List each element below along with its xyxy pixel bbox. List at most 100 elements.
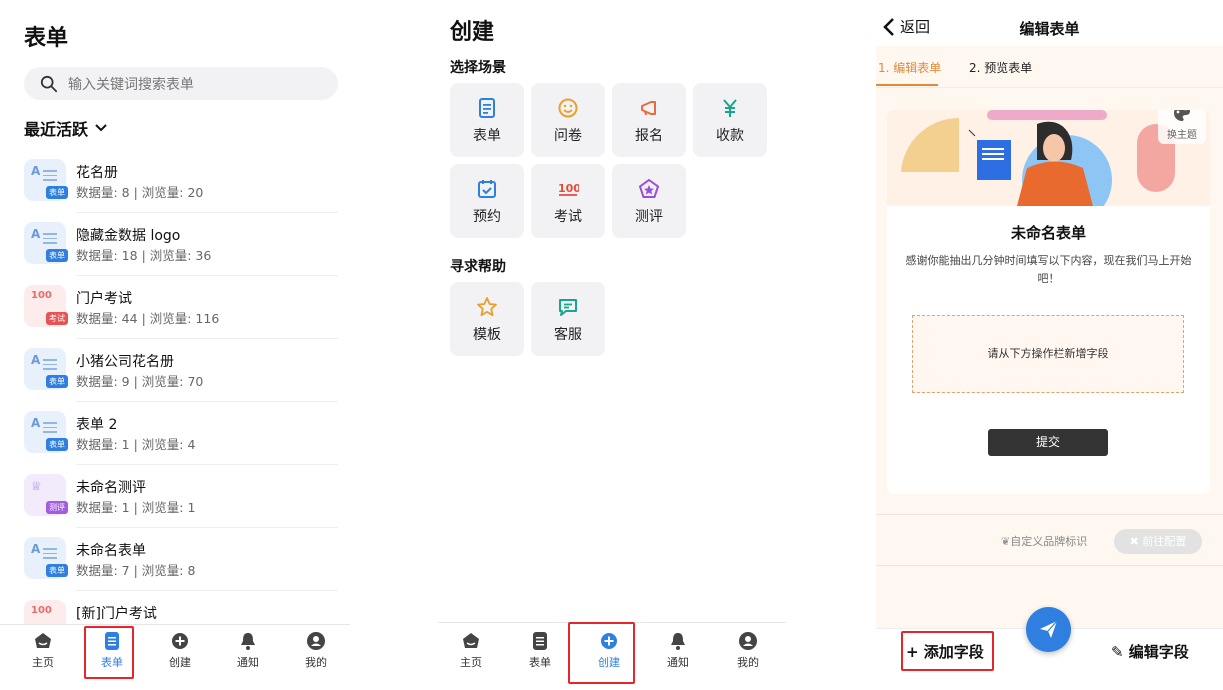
- icon-glyph: ♕: [31, 479, 42, 493]
- scene-card-survey[interactable]: 问卷: [531, 83, 605, 157]
- scene-label: 问卷: [554, 128, 582, 144]
- home-icon: [35, 633, 51, 648]
- scene-card-form[interactable]: 表单: [450, 83, 524, 157]
- scene-label: 表单: [473, 128, 501, 144]
- tab-edit-form[interactable]: 1. 编辑表单: [878, 59, 941, 76]
- icon-glyph: A: [31, 164, 41, 178]
- recent-label: 最近活跃: [24, 120, 89, 139]
- search-icon: [40, 75, 58, 92]
- item-meta: 数据量: 18 | 浏览量: 36: [76, 248, 212, 263]
- tab-label: 主页: [460, 656, 482, 669]
- tab-home[interactable]: 主页: [447, 631, 495, 670]
- brand-row: ❦自定义品牌标识 ✖ 前往配置: [876, 514, 1223, 566]
- tab-notifications[interactable]: 通知: [654, 631, 702, 670]
- icon-glyph: A: [31, 227, 41, 241]
- item-meta: 数据量: 9 | 浏览量: 70: [76, 374, 204, 389]
- tab-label: 表单: [529, 656, 551, 669]
- tab-label: 通知: [237, 656, 259, 669]
- form-type-icon: 100 考试: [24, 285, 68, 327]
- bell-icon: [671, 633, 685, 650]
- scene-card-payment[interactable]: 收款: [693, 83, 767, 157]
- chat-icon: [559, 299, 577, 316]
- megaphone-icon: [641, 101, 656, 116]
- chevron-down-icon: [95, 124, 107, 132]
- icon-glyph: 100: [31, 290, 52, 301]
- item-meta: 数据量: 1 | 浏览量: 1: [76, 500, 196, 515]
- publish-button[interactable]: [1026, 607, 1071, 652]
- user-icon: [739, 632, 757, 650]
- recent-filter-dropdown[interactable]: 最近活跃: [24, 116, 108, 140]
- item-meta: 数据量: 8 | 浏览量: 20: [76, 185, 204, 200]
- scene-card-booking[interactable]: 预约: [450, 164, 524, 238]
- help-card-template[interactable]: 模板: [450, 282, 524, 356]
- change-theme-button[interactable]: 换主题: [1158, 110, 1206, 144]
- close-icon: ✖: [1129, 535, 1143, 548]
- form-title[interactable]: 未命名表单: [887, 222, 1210, 243]
- icon-glyph: A: [31, 353, 41, 367]
- field-dropzone: 请从下方操作栏新增字段: [912, 315, 1184, 393]
- scene-label: 报名: [635, 128, 663, 144]
- type-tag: 表单: [46, 186, 68, 199]
- tab-create[interactable]: 创建: [156, 631, 204, 670]
- pencil-icon: ✎: [1111, 643, 1129, 661]
- tab-home[interactable]: 主页: [19, 631, 67, 670]
- palette-icon: [1174, 110, 1190, 121]
- item-meta: 数据量: 1 | 浏览量: 4: [76, 437, 196, 452]
- bottom-tab-bar: 主页 表单 创建 通知 我的: [0, 624, 350, 690]
- svg-text:100: 100: [558, 182, 579, 195]
- search-input[interactable]: 输入关键词搜索表单: [24, 67, 338, 100]
- goto-config-button[interactable]: ✖ 前往配置: [1114, 529, 1202, 554]
- tab-profile[interactable]: 我的: [292, 631, 340, 670]
- list-item[interactable]: A 表单 隐藏金数据 logo 数据量: 18 | 浏览量: 36: [24, 213, 338, 276]
- theme-banner: 换主题: [887, 110, 1210, 206]
- type-tag: 测评: [46, 501, 68, 514]
- bell-icon: [241, 633, 255, 650]
- pentagon-star-icon: [638, 178, 660, 198]
- item-name: 未命名测评: [76, 480, 146, 496]
- change-theme-label: 换主题: [1167, 130, 1197, 141]
- scene-card-exam[interactable]: 100 考试: [531, 164, 605, 238]
- item-name: 小猪公司花名册: [76, 354, 174, 370]
- list-item[interactable]: A 表单 未命名表单 数据量: 7 | 浏览量: 8: [24, 528, 338, 591]
- list-item[interactable]: 100 考试 门户考试 数据量: 44 | 浏览量: 116: [24, 276, 338, 339]
- search-placeholder: 输入关键词搜索表单: [68, 76, 194, 93]
- help-card-support[interactable]: 客服: [531, 282, 605, 356]
- tab-preview-form[interactable]: 2. 预览表单: [969, 59, 1032, 76]
- list-item[interactable]: ♕ 测评 未命名测评数据量: 1 | 浏览量: 1: [24, 465, 338, 528]
- step-tabs: 1. 编辑表单 2. 预览表单: [876, 46, 1223, 88]
- form-type-icon: A 表单: [24, 159, 68, 201]
- tab-notifications[interactable]: 通知: [224, 631, 272, 670]
- help-label: 客服: [554, 327, 582, 343]
- icon-glyph: A: [31, 542, 41, 556]
- tab-profile[interactable]: 我的: [724, 631, 772, 670]
- active-tab-indicator: [876, 84, 938, 86]
- scene-card-evaluation[interactable]: 测评: [612, 164, 686, 238]
- item-name: 未命名表单: [76, 543, 146, 559]
- item-name: 表单 2: [76, 417, 118, 433]
- doc-lines: [43, 422, 57, 436]
- goto-config-label: 前往配置: [1142, 535, 1187, 548]
- calendar-icon: [478, 180, 496, 198]
- doc-lines: [43, 359, 57, 373]
- form-icon: [533, 632, 547, 650]
- edit-field-button[interactable]: ✎ 编辑字段: [1111, 641, 1189, 662]
- list-item[interactable]: A 表单 小猪公司花名册 数据量: 9 | 浏览量: 70: [24, 339, 338, 402]
- scene-card-signup[interactable]: 报名: [612, 83, 686, 157]
- form-description[interactable]: 感谢你能抽出几分钟时间填写以下内容，现在我们马上开始吧！: [897, 252, 1200, 288]
- list-item[interactable]: A 表单 花名册 数据量: 8 | 浏览量: 20: [24, 150, 338, 213]
- hundred-score-icon: 100: [558, 182, 579, 196]
- highlight-box: [901, 631, 994, 671]
- page-title: 创建: [450, 20, 495, 45]
- list-item[interactable]: A 表单 表单 2 数据量: 1 | 浏览量: 4: [24, 402, 338, 465]
- tab-forms[interactable]: 表单: [516, 631, 564, 670]
- item-name: 隐藏金数据 logo: [76, 228, 181, 244]
- item-meta: 数据量: 7 | 浏览量: 8: [76, 563, 196, 578]
- star-icon: [477, 297, 497, 317]
- highlight-box: [568, 622, 635, 684]
- form-type-icon: A 表单: [24, 222, 68, 264]
- doc-lines: [43, 170, 57, 184]
- icon-glyph: 100: [31, 605, 52, 616]
- smile-icon: [558, 98, 578, 118]
- submit-button[interactable]: 提交: [988, 429, 1108, 456]
- custom-brand-label: ❦自定义品牌标识: [1001, 533, 1087, 549]
